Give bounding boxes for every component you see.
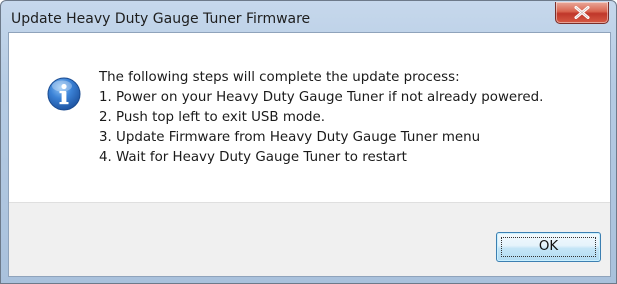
- message-line: The following steps will complete the up…: [99, 70, 460, 85]
- message-line: 3. Update Firmware from Heavy Duty Gauge…: [99, 130, 481, 145]
- close-button[interactable]: [555, 2, 609, 24]
- message-line: 4. Wait for Heavy Duty Gauge Tuner to re…: [99, 150, 407, 165]
- close-icon: [574, 6, 590, 19]
- dialog-body: The following steps will complete the up…: [8, 32, 611, 277]
- info-icon: [47, 77, 81, 111]
- ok-button-label: OK: [538, 239, 559, 254]
- window-title: Update Heavy Duty Gauge Tuner Firmware: [11, 11, 311, 27]
- ok-button[interactable]: OK: [496, 232, 601, 262]
- dialog-window: Update Heavy Duty Gauge Tuner Firmware T…: [0, 0, 617, 284]
- message-line: 2. Push top left to exit USB mode.: [99, 110, 326, 125]
- button-bar: OK: [9, 202, 610, 276]
- message-line: 1. Power on your Heavy Duty Gauge Tuner …: [99, 90, 544, 105]
- message-area: The following steps will complete the up…: [9, 33, 610, 202]
- message-text: The following steps will complete the up…: [99, 68, 543, 168]
